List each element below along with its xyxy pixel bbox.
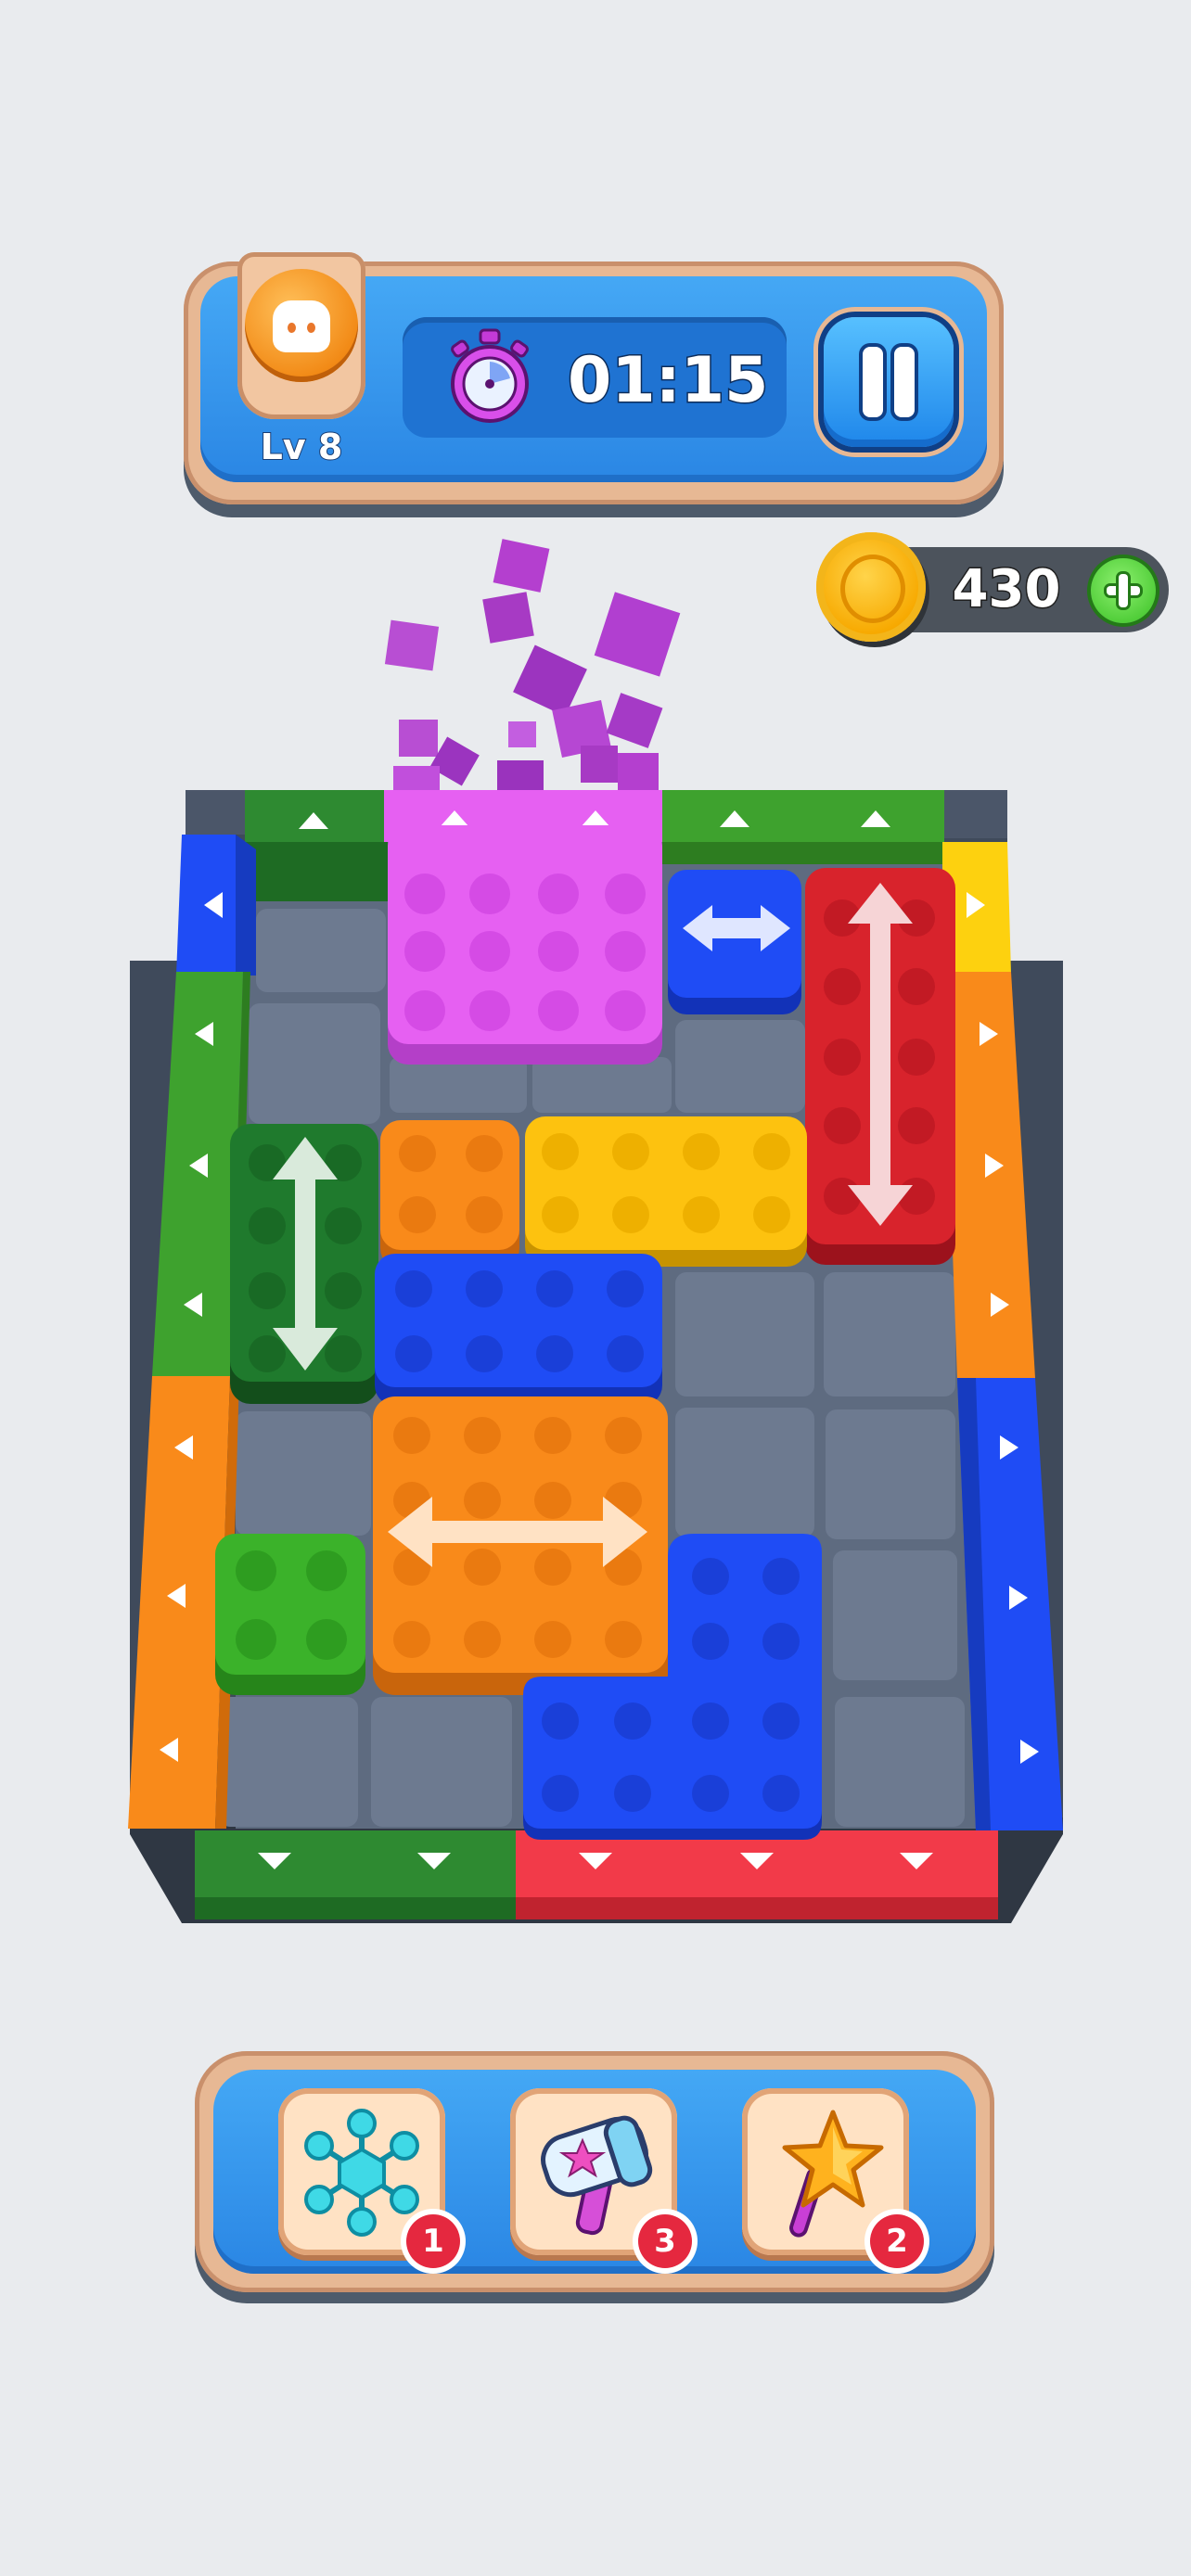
pause-button[interactable]	[824, 317, 954, 447]
hammer-count-badge: 3	[638, 2214, 692, 2268]
timer-text: 01:15	[567, 343, 770, 419]
star-wand-icon	[782, 2110, 884, 2238]
magic-wand-booster-button[interactable]: 2	[742, 2088, 924, 2268]
blue-small-block[interactable]	[668, 870, 801, 1014]
magenta-block[interactable]	[388, 825, 662, 1065]
red-block[interactable]	[805, 868, 955, 1265]
exit-bottom-red	[516, 1830, 998, 1919]
green-block[interactable]	[215, 1534, 365, 1695]
yellow-block[interactable]	[525, 1116, 807, 1267]
level-label: Lv 8	[260, 426, 344, 468]
snowflake-icon	[304, 2109, 419, 2237]
freeze-count-badge: 1	[406, 2214, 460, 2268]
freeze-booster-button[interactable]: 1	[278, 2088, 460, 2268]
exit-top-green-left	[245, 790, 388, 901]
pause-icon	[863, 347, 883, 417]
orange-big-block[interactable]	[373, 1396, 668, 1695]
breaking-cubes-effect	[384, 539, 681, 797]
exit-bottom-green	[195, 1830, 518, 1919]
blue-wide-block[interactable]	[375, 1254, 662, 1406]
magic-wand-count-badge: 2	[870, 2214, 924, 2268]
dark-green-block[interactable]	[230, 1124, 378, 1404]
stopwatch-icon	[451, 328, 529, 423]
hammer-booster-button[interactable]: 3	[510, 2088, 692, 2268]
pause-icon-bar	[894, 347, 915, 417]
hammer-icon	[541, 2115, 653, 2236]
puzzle-board	[128, 539, 1063, 1923]
exit-left-blue	[176, 835, 256, 976]
exit-top-green-right	[662, 790, 944, 864]
orange-small-block[interactable]	[380, 1120, 519, 1269]
avatar-icon[interactable]	[245, 269, 358, 382]
